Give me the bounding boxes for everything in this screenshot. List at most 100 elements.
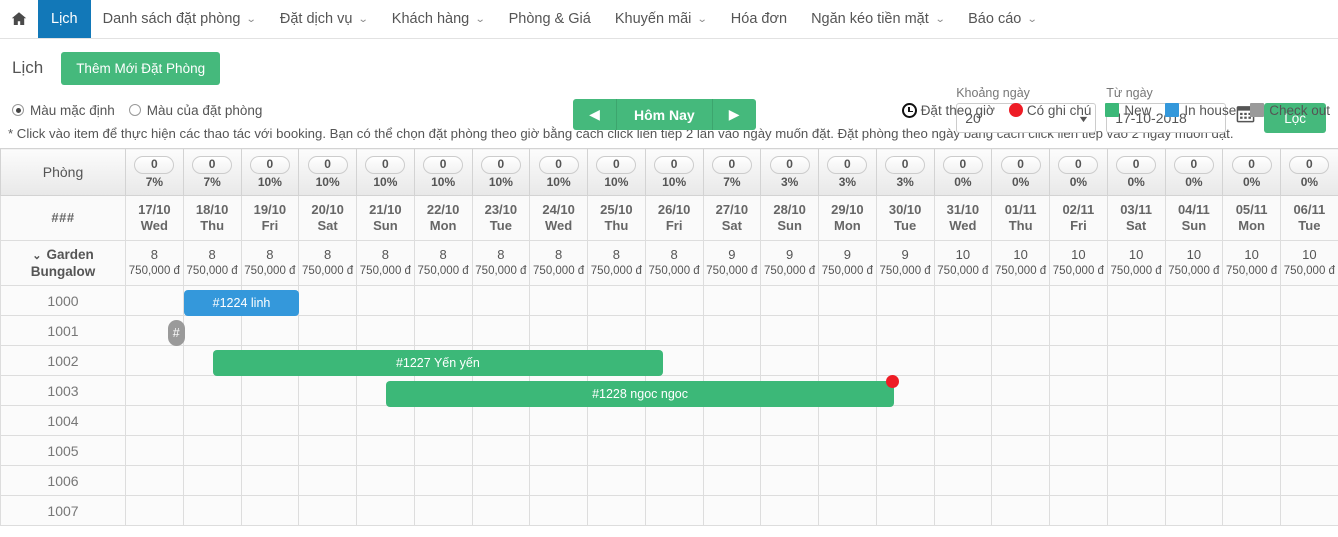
nav-item-7[interactable]: Ngăn kéo tiền mặt⌄ (799, 0, 956, 38)
booking-day-cell[interactable] (934, 466, 992, 496)
booking-day-cell[interactable] (876, 436, 934, 466)
booking-day-cell[interactable] (299, 496, 357, 526)
booking-day-cell[interactable] (588, 436, 646, 466)
booking-day-cell[interactable] (357, 436, 415, 466)
booking-day-cell[interactable] (876, 466, 934, 496)
booking-day-cell[interactable] (819, 466, 877, 496)
booking-day-cell[interactable] (703, 346, 761, 376)
booking-day-cell[interactable] (588, 466, 646, 496)
booking-note-dot[interactable] (886, 375, 899, 388)
booking-day-cell[interactable] (934, 496, 992, 526)
booking-day-cell[interactable] (992, 436, 1050, 466)
booking-day-cell[interactable] (819, 286, 877, 316)
booking-day-cell[interactable] (126, 436, 184, 466)
booking-day-cell[interactable] (183, 376, 241, 406)
booking-day-cell[interactable] (1050, 346, 1108, 376)
booking-day-cell[interactable] (1165, 466, 1223, 496)
booking-day-cell[interactable] (1281, 376, 1338, 406)
booking-day-cell[interactable] (819, 316, 877, 346)
booking-day-cell[interactable] (761, 466, 819, 496)
booking-day-cell[interactable] (299, 286, 357, 316)
booking-day-cell[interactable] (703, 406, 761, 436)
booking-day-cell[interactable] (1050, 466, 1108, 496)
booking-day-cell[interactable] (472, 436, 530, 466)
booking-day-cell[interactable] (992, 406, 1050, 436)
booking-day-cell[interactable] (703, 496, 761, 526)
booking-day-cell[interactable] (126, 346, 184, 376)
nav-item-8[interactable]: Báo cáo⌄ (956, 0, 1049, 38)
booking-day-cell[interactable] (299, 466, 357, 496)
group-day-cell[interactable]: 9750,000 đ (819, 241, 877, 286)
booking-day-cell[interactable] (299, 436, 357, 466)
booking-day-cell[interactable] (183, 406, 241, 436)
booking-day-cell[interactable] (299, 376, 357, 406)
add-booking-button[interactable]: Thêm Mới Đặt Phòng (61, 52, 220, 85)
booking-day-cell[interactable] (761, 346, 819, 376)
booking-day-cell[interactable] (1223, 286, 1281, 316)
booking-day-cell[interactable] (1223, 376, 1281, 406)
booking-day-cell[interactable] (1281, 286, 1338, 316)
booking-day-cell[interactable] (934, 316, 992, 346)
booking-day-cell[interactable] (1223, 346, 1281, 376)
nav-item-0[interactable]: Lịch (38, 0, 91, 38)
booking-day-cell[interactable] (934, 406, 992, 436)
group-day-cell[interactable]: 8750,000 đ (472, 241, 530, 286)
booking-day-cell[interactable] (1165, 496, 1223, 526)
booking-day-cell[interactable] (761, 316, 819, 346)
booking-day-cell[interactable] (761, 406, 819, 436)
room-number-cell[interactable]: 1006 (1, 466, 126, 496)
booking-day-cell[interactable] (819, 346, 877, 376)
booking-day-cell[interactable] (876, 316, 934, 346)
booking-day-cell[interactable] (414, 286, 472, 316)
booking-day-cell[interactable] (1050, 376, 1108, 406)
group-day-cell[interactable]: 10750,000 đ (1165, 241, 1223, 286)
booking-day-cell[interactable] (126, 466, 184, 496)
booking-day-cell[interactable] (414, 436, 472, 466)
booking-day-cell[interactable] (876, 496, 934, 526)
group-day-cell[interactable]: 8750,000 đ (357, 241, 415, 286)
group-day-cell[interactable]: 8750,000 đ (126, 241, 184, 286)
booking-day-cell[interactable] (588, 406, 646, 436)
booking-day-cell[interactable] (357, 496, 415, 526)
booking-day-cell[interactable] (992, 466, 1050, 496)
booking-day-cell[interactable] (183, 316, 241, 346)
booking-day-cell[interactable] (1050, 436, 1108, 466)
booking-day-cell[interactable] (761, 286, 819, 316)
booking-day-cell[interactable] (126, 406, 184, 436)
group-day-cell[interactable]: 10750,000 đ (1107, 241, 1165, 286)
booking-day-cell[interactable] (588, 286, 646, 316)
group-day-cell[interactable]: 10750,000 đ (934, 241, 992, 286)
nav-item-1[interactable]: Danh sách đặt phòng⌄ (91, 0, 268, 38)
group-day-cell[interactable]: 9750,000 đ (876, 241, 934, 286)
room-group-garden-bungalow[interactable]: ⌄Garden Bungalow (1, 241, 126, 286)
booking-day-cell[interactable] (761, 436, 819, 466)
booking-day-cell[interactable] (876, 286, 934, 316)
nav-item-2[interactable]: Đặt dịch vụ⌄ (268, 0, 380, 38)
booking-day-cell[interactable] (645, 316, 703, 346)
booking-day-cell[interactable] (1281, 316, 1338, 346)
booking-day-cell[interactable] (1281, 466, 1338, 496)
booking-day-cell[interactable] (934, 436, 992, 466)
radio-booking-color[interactable]: Màu của đặt phòng (129, 103, 263, 118)
room-number-cell[interactable]: 1001 (1, 316, 126, 346)
home-icon[interactable] (0, 0, 38, 38)
booking-bar[interactable]: #1224 linh (184, 290, 300, 316)
booking-day-cell[interactable] (472, 316, 530, 346)
booking-day-cell[interactable] (1281, 406, 1338, 436)
booking-day-cell[interactable] (357, 316, 415, 346)
booking-day-cell[interactable] (645, 286, 703, 316)
booking-day-cell[interactable] (992, 286, 1050, 316)
nav-item-5[interactable]: Khuyến mãi⌄ (603, 0, 719, 38)
room-number-cell[interactable]: 1004 (1, 406, 126, 436)
booking-day-cell[interactable] (414, 466, 472, 496)
radio-default-color[interactable]: Màu mặc định (12, 103, 115, 118)
group-day-cell[interactable]: 10750,000 đ (1223, 241, 1281, 286)
booking-bar[interactable]: #1227 Yến yến (213, 350, 664, 376)
booking-day-cell[interactable] (414, 496, 472, 526)
group-day-cell[interactable]: 8750,000 đ (530, 241, 588, 286)
booking-day-cell[interactable] (588, 316, 646, 346)
booking-day-cell[interactable] (1050, 496, 1108, 526)
room-number-cell[interactable]: 1002 (1, 346, 126, 376)
booking-day-cell[interactable] (530, 496, 588, 526)
booking-day-cell[interactable] (761, 496, 819, 526)
